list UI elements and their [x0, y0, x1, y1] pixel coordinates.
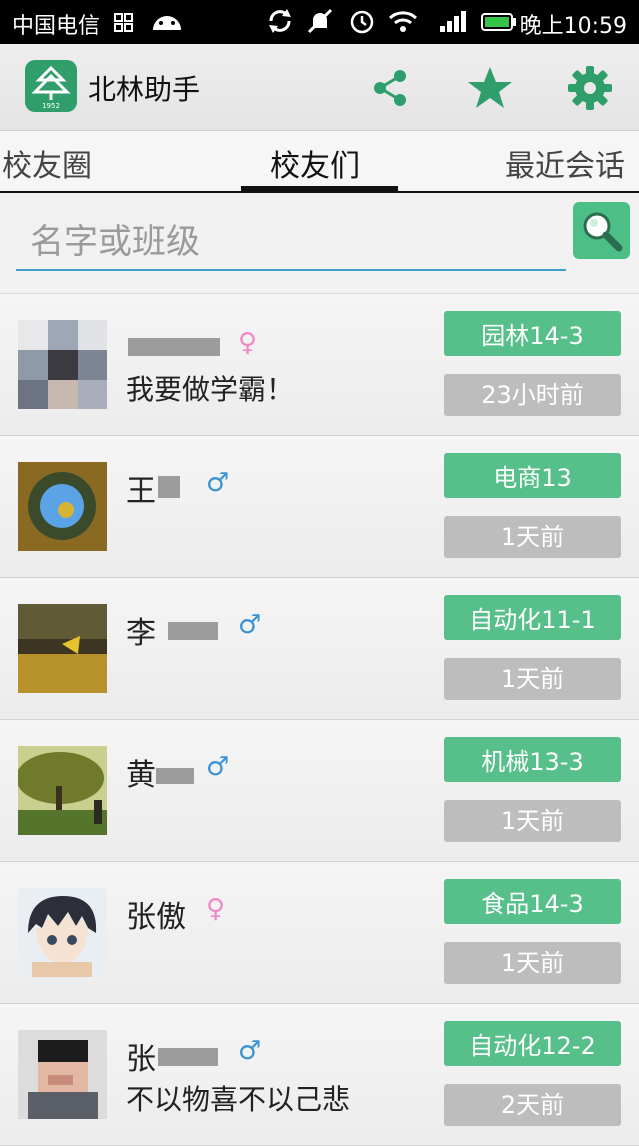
android-icon — [150, 6, 184, 42]
wifi-icon — [387, 6, 419, 42]
contact-motto: 不以物喜不以己悲 — [126, 1083, 351, 1116]
app-title: 北林助手 — [88, 73, 201, 106]
app-bar: 1952 北林助手 — [0, 44, 639, 131]
contact-motto: 我要做学霸！ — [126, 373, 295, 406]
grid-icon — [112, 6, 136, 42]
alarm-icon — [347, 6, 377, 42]
star-icon — [466, 67, 514, 116]
share-icon — [366, 70, 414, 116]
search-button[interactable] — [573, 202, 630, 259]
last-active-time: 23小时前 — [444, 374, 621, 416]
blurred-name — [168, 622, 218, 640]
logo-year: 1952 — [42, 102, 60, 110]
class-button[interactable]: 园林14-3 — [444, 311, 621, 356]
tab-alumni-circle[interactable]: 校友圈 — [2, 141, 92, 185]
search-icon — [573, 212, 630, 262]
contact-row[interactable]: ♀ 我要做学霸！ 园林14-3 23小时前 — [0, 294, 639, 436]
male-icon: ♂ — [206, 468, 230, 498]
share-button[interactable] — [366, 64, 414, 112]
contact-name: 张傲 — [126, 900, 186, 935]
contact-name: 黄 — [126, 758, 156, 793]
gear-icon — [566, 66, 614, 116]
sync-icon — [266, 6, 294, 42]
contact-name: 李 — [126, 616, 156, 651]
male-icon: ♂ — [238, 1036, 262, 1066]
avatar — [18, 888, 107, 977]
tab-bar: 校友圈 校友们 最近会话 — [0, 131, 639, 193]
contact-list: ♀ 我要做学霸！ 园林14-3 23小时前 王 ♂ 电商13 1天前 李 ♂ 自… — [0, 294, 639, 1146]
active-tab-indicator — [241, 186, 398, 191]
contact-row[interactable]: 张 ♂ 不以物喜不以己悲 自动化12-2 2天前 — [0, 1004, 639, 1146]
contact-name: 王 — [126, 474, 156, 509]
male-icon: ♂ — [206, 752, 230, 782]
avatar — [18, 604, 107, 693]
status-bar: 中国电信 晚上10:59 — [0, 0, 639, 44]
contact-name: 张 — [126, 1042, 156, 1077]
avatar — [18, 746, 107, 835]
class-button[interactable]: 电商13 — [444, 453, 621, 498]
settings-button[interactable] — [566, 64, 614, 112]
last-active-time: 1天前 — [444, 942, 621, 984]
class-button[interactable]: 自动化11-1 — [444, 595, 621, 640]
tab-alumni[interactable]: 校友们 — [270, 141, 360, 185]
clock-time: 晚上10:59 — [519, 14, 627, 39]
search-input[interactable] — [16, 215, 566, 271]
contact-row[interactable]: 王 ♂ 电商13 1天前 — [0, 436, 639, 578]
blurred-name — [156, 768, 194, 784]
tab-recent-chats[interactable]: 最近会话 — [505, 141, 625, 185]
avatar — [18, 1030, 107, 1119]
class-button[interactable]: 食品14-3 — [444, 879, 621, 924]
last-active-time: 2天前 — [444, 1084, 621, 1126]
search-bar — [0, 193, 639, 294]
carrier-label: 中国电信 — [12, 14, 101, 39]
class-button[interactable]: 机械13-3 — [444, 737, 621, 782]
app-logo-icon: 1952 — [25, 60, 77, 112]
class-button[interactable]: 自动化12-2 — [444, 1021, 621, 1066]
female-icon: ♀ — [238, 328, 258, 358]
last-active-time: 1天前 — [444, 658, 621, 700]
blurred-name — [158, 1048, 218, 1066]
male-icon: ♂ — [238, 610, 262, 640]
female-icon: ♀ — [206, 894, 226, 924]
last-active-time: 1天前 — [444, 800, 621, 842]
blurred-name — [158, 476, 180, 498]
last-active-time: 1天前 — [444, 516, 621, 558]
mute-icon — [305, 6, 335, 42]
blurred-name — [128, 338, 220, 356]
contact-row[interactable]: 李 ♂ 自动化11-1 1天前 — [0, 578, 639, 720]
contact-row[interactable]: 张傲 ♀ 食品14-3 1天前 — [0, 862, 639, 1004]
avatar — [18, 462, 107, 551]
favorite-button[interactable] — [466, 64, 514, 112]
battery-icon — [481, 6, 517, 42]
contact-row[interactable]: 黄 ♂ 机械13-3 1天前 — [0, 720, 639, 862]
signal-icon — [428, 6, 474, 42]
avatar — [18, 320, 107, 409]
